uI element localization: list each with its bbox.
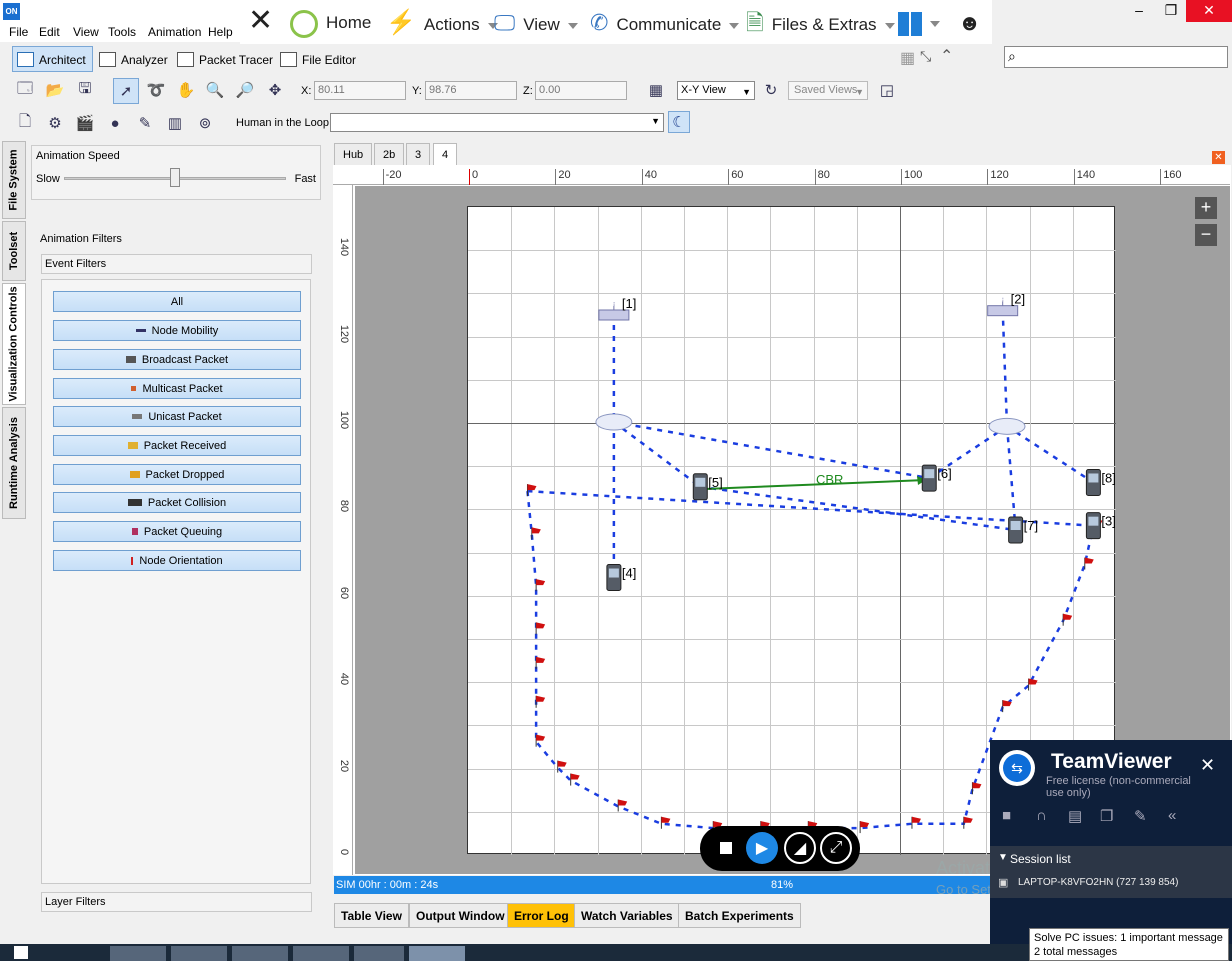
access-point-node-ap2[interactable]: AP [2] xyxy=(987,292,1025,317)
access-point-node-ap1[interactable]: AP [1] xyxy=(598,296,636,321)
access-point-icon xyxy=(987,305,1019,317)
wireless-link xyxy=(613,420,702,488)
wireless-link xyxy=(1006,425,1095,484)
node-label: [5] xyxy=(708,475,722,490)
cloud-icon xyxy=(988,417,1026,435)
session-list-title: Session list xyxy=(1010,852,1071,866)
waypoint-flag-icon xyxy=(660,816,671,829)
tooltip-line-2: 2 total messages xyxy=(1034,946,1118,958)
zoom-in-icon[interactable]: + xyxy=(1195,197,1217,219)
taskbar-app-2[interactable] xyxy=(171,946,227,961)
wireless-link xyxy=(613,420,930,480)
teamviewer-title: TeamViewer xyxy=(1051,750,1172,773)
device-screen xyxy=(924,469,935,479)
wireless-link xyxy=(1001,309,1009,427)
teamviewer-logo: ⇆ xyxy=(999,750,1035,786)
computer-icon: ▣ xyxy=(998,877,1009,889)
tooltip-line-1: Solve PC issues: 1 important message xyxy=(1034,932,1223,944)
chevron-down-icon: ▼ xyxy=(998,852,1008,863)
taskbar-app-4[interactable] xyxy=(293,946,349,961)
teamviewer-license: Free license (non-commercial use only) xyxy=(1046,775,1191,799)
cbr-label: CBR xyxy=(816,472,843,487)
teamviewer-close-icon[interactable]: ✕ xyxy=(1200,755,1215,776)
access-point-icon xyxy=(598,309,630,321)
waypoint-flag-icon xyxy=(859,821,870,834)
start-icon[interactable] xyxy=(14,946,28,959)
tab-output-window-label: Output Window xyxy=(416,909,505,923)
step-icon[interactable]: ◢ xyxy=(784,832,816,864)
node-label: [3] xyxy=(1101,514,1115,529)
tab-error-log-label: Error Log xyxy=(514,909,569,923)
waypoint-flag-icon xyxy=(1084,557,1094,570)
sim-time: SIM 00hr : 00m : 24s xyxy=(336,879,439,891)
taskbar-app-6[interactable] xyxy=(409,946,465,961)
device-screen xyxy=(608,568,619,578)
mobile-node-n3[interactable]: [3] xyxy=(1085,512,1116,540)
collapse-icon[interactable]: « xyxy=(1168,807,1176,824)
node-label: [7] xyxy=(1024,518,1038,533)
node-label: [8] xyxy=(1101,470,1115,485)
zoom-out-icon[interactable]: − xyxy=(1195,224,1217,246)
tab-table-view[interactable]: Table View xyxy=(334,903,409,928)
wireless-link xyxy=(700,485,1016,532)
play-icon[interactable]: ▶ xyxy=(746,832,778,864)
taskbar-app-3[interactable] xyxy=(232,946,288,961)
tab-table-view-label: Table View xyxy=(341,909,402,923)
node-label: [4] xyxy=(622,566,636,581)
fullscreen-icon[interactable]: ⤢ xyxy=(820,832,852,864)
sim-progress: 81% xyxy=(771,879,794,891)
wireless-link xyxy=(1005,426,1017,531)
taskbar-app-1[interactable] xyxy=(110,946,166,961)
tab-batch-experiments-label: Batch Experiments xyxy=(685,909,794,923)
node-label: [1] xyxy=(622,296,636,311)
tab-batch-experiments[interactable]: Batch Experiments xyxy=(678,903,801,928)
tab-watch-variables[interactable]: Watch Variables xyxy=(574,903,680,928)
notification-tooltip: Solve PC issues: 1 important message 2 t… xyxy=(1029,928,1229,961)
waypoint-flag-icon xyxy=(1062,613,1073,626)
taskbar-app-5[interactable] xyxy=(354,946,404,961)
session-computer-name[interactable]: LAPTOP-K8VFO2HN (727 139 854) xyxy=(1018,877,1178,888)
headset-icon[interactable]: ∩ xyxy=(1036,807,1047,824)
device-screen xyxy=(1088,473,1099,483)
mobile-node-n6[interactable]: [6] xyxy=(921,464,952,492)
files-copy-icon[interactable]: ❐ xyxy=(1100,807,1113,825)
waypoint-flag-icon xyxy=(535,695,546,708)
tab-error-log[interactable]: Error Log xyxy=(507,903,576,928)
node-label: [6] xyxy=(937,466,951,481)
access-point-tag: AP xyxy=(608,301,618,308)
tab-output-window[interactable]: Output Window xyxy=(409,903,512,928)
cloud-icon xyxy=(595,413,633,431)
waypoint-flag-icon xyxy=(963,816,973,829)
waypoint-flag-icon xyxy=(971,782,982,795)
mobile-node-n5[interactable]: [5] xyxy=(692,473,723,501)
mobile-node-n8[interactable]: [8] xyxy=(1085,468,1116,496)
waypoint-flag-icon xyxy=(535,622,546,635)
teamviewer-panel: ⇆ TeamViewer Free license (non-commercia… xyxy=(990,740,1232,945)
chat-icon[interactable]: ▤ xyxy=(1068,807,1082,825)
node-label: [2] xyxy=(1011,292,1025,307)
device-screen xyxy=(1010,521,1021,530)
device-screen xyxy=(1088,516,1099,526)
access-point-tag: AP xyxy=(997,297,1007,304)
video-icon[interactable]: ■ xyxy=(1002,807,1011,824)
waypoint-flag-icon xyxy=(535,656,546,669)
waypoint-flag-icon xyxy=(1002,700,1012,713)
playback-controls: ▶ ◢ ⤢ xyxy=(700,826,860,871)
tools-icon[interactable]: ✎ xyxy=(1134,807,1147,825)
mobile-node-n7[interactable]: [7] xyxy=(1008,516,1038,544)
session-list-section: ▼ Session list ▣ LAPTOP-K8VFO2HN (727 13… xyxy=(990,846,1232,898)
waypoint-flag-icon xyxy=(1028,678,1038,691)
waypoint-flag-icon xyxy=(535,579,546,592)
tab-watch-variables-label: Watch Variables xyxy=(581,909,673,923)
stop-icon[interactable] xyxy=(710,832,742,864)
mobile-node-n4[interactable]: [4] xyxy=(606,564,636,592)
device-screen xyxy=(695,477,706,487)
